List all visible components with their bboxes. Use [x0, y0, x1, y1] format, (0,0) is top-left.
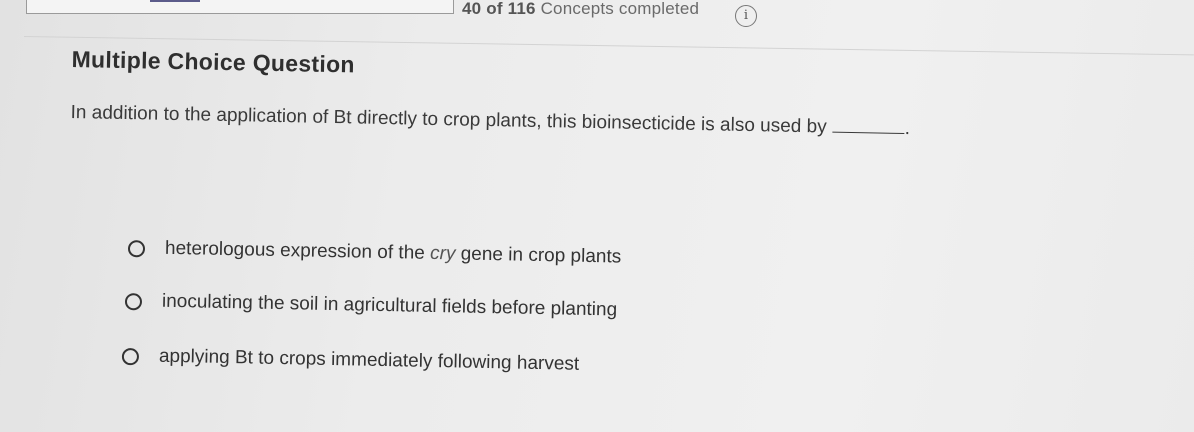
- gene-name-italic: cry: [429, 242, 456, 265]
- progress-count: 40 of 116: [462, 0, 536, 18]
- radio-button[interactable]: [124, 292, 143, 310]
- radio-button[interactable]: [121, 347, 140, 365]
- progress-label: Concepts completed: [540, 0, 700, 18]
- answer-option-label: heterologous expression of the cry gene …: [165, 238, 622, 269]
- answer-option-2[interactable]: inoculating the soil in agricultural fie…: [124, 290, 618, 321]
- progress-status: 40 of 116 Concepts completed: [462, 0, 699, 19]
- question-stem-text: In addition to the application of Bt dir…: [70, 101, 827, 138]
- progress-bar-fill: [150, 0, 200, 2]
- answer-option-3[interactable]: applying Bt to crops immediately followi…: [121, 345, 580, 376]
- question-stem-end: .: [904, 118, 911, 140]
- fill-in-blank: [832, 117, 905, 135]
- radio-button[interactable]: [127, 239, 146, 257]
- info-icon[interactable]: i: [735, 5, 757, 27]
- option-text-part: heterologous expression of the: [164, 237, 431, 264]
- answer-option-label: applying Bt to crops immediately followi…: [158, 345, 580, 375]
- option-text-part: gene in crop plants: [455, 243, 622, 268]
- question-stem: In addition to the application of Bt dir…: [70, 102, 910, 140]
- progress-bar: [26, 0, 454, 14]
- answer-option-label: inoculating the soil in agricultural fie…: [161, 290, 618, 321]
- progress-header: 40 of 116 Concepts completed i: [0, 0, 1194, 40]
- question-type-title: Multiple Choice Question: [71, 45, 356, 78]
- answer-option-1[interactable]: heterologous expression of the cry gene …: [127, 237, 622, 269]
